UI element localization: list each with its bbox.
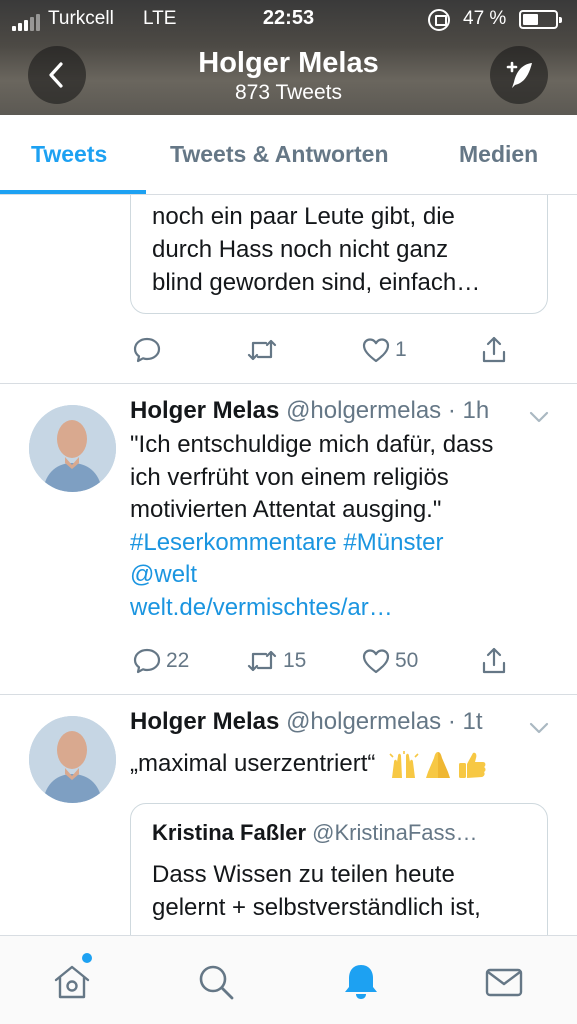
like-count: 50 bbox=[395, 649, 419, 672]
tweet-divider bbox=[0, 694, 577, 695]
retweet-count: 15 bbox=[283, 649, 307, 672]
reply-icon bbox=[133, 337, 161, 363]
battery-icon bbox=[519, 10, 562, 29]
home-icon bbox=[54, 965, 90, 999]
status-bar: Turkcell LTE 22:53 47 % bbox=[0, 0, 577, 38]
nav-messages[interactable] bbox=[482, 960, 526, 1004]
nav-home[interactable] bbox=[50, 960, 94, 1004]
active-tab-indicator bbox=[0, 190, 146, 194]
orientation-lock-icon bbox=[428, 9, 450, 31]
author-handle-time: @holgermelas · 1h bbox=[286, 397, 490, 424]
quoted-author-handle: @KristinaFass… bbox=[312, 820, 478, 845]
battery-percent: 47 % bbox=[463, 8, 507, 29]
search-icon bbox=[199, 965, 234, 1000]
quoted-tweet-text: Dass Wissen zu teilen heute gelernt + se… bbox=[152, 861, 481, 921]
reply-button[interactable] bbox=[132, 335, 166, 365]
mail-icon bbox=[485, 968, 523, 997]
share-button[interactable] bbox=[479, 646, 509, 676]
profile-header: Turkcell LTE 22:53 47 % Holger Melas 873… bbox=[0, 0, 577, 115]
author-name[interactable]: Holger Melas bbox=[130, 708, 279, 735]
like-button[interactable]: 1 bbox=[361, 335, 407, 365]
tweet-feed[interactable]: noch ein paar Leute gibt, die durch Hass… bbox=[0, 195, 577, 935]
author-handle-time: @holgermelas · 1t bbox=[286, 708, 483, 735]
nav-search[interactable] bbox=[194, 960, 238, 1004]
share-button[interactable] bbox=[479, 335, 509, 365]
share-icon bbox=[482, 647, 506, 674]
tweet-count: 873 Tweets bbox=[234, 81, 343, 104]
nav-notifications[interactable] bbox=[339, 960, 383, 1004]
retweet-icon bbox=[247, 339, 277, 361]
like-count: 1 bbox=[395, 338, 407, 361]
folded-hands-emoji bbox=[426, 751, 451, 778]
tweet-text: "Ich entschuldige mich dafür, dass ich v… bbox=[130, 429, 550, 624]
heart-icon bbox=[362, 649, 390, 674]
tweet-divider bbox=[0, 383, 577, 384]
raising-hands-emoji bbox=[389, 750, 419, 778]
like-button[interactable]: 50 bbox=[361, 646, 418, 676]
bell-icon bbox=[345, 965, 377, 999]
tab-media[interactable]: Medien bbox=[459, 141, 538, 168]
reply-icon bbox=[133, 648, 161, 674]
avatar-image bbox=[29, 405, 116, 492]
profile-tabs: Tweets Tweets & Antworten Medien bbox=[0, 115, 577, 195]
tab-tweets[interactable]: Tweets bbox=[31, 141, 107, 168]
share-icon bbox=[482, 336, 506, 363]
new-content-badge bbox=[82, 953, 92, 963]
mention-link[interactable]: @welt bbox=[130, 559, 550, 592]
quoted-author-name: Kristina Faßler bbox=[152, 820, 307, 845]
reply-button[interactable]: 22 bbox=[132, 646, 189, 676]
thumbs-up-emoji bbox=[459, 752, 486, 778]
quoted-tweet-text: noch ein paar Leute gibt, die durch Hass… bbox=[152, 203, 481, 296]
avatar[interactable] bbox=[29, 716, 116, 803]
tweet-header: Holger Melas @holgermelas · 1h bbox=[130, 397, 489, 425]
tweet-actions: 22 15 50 bbox=[0, 646, 577, 686]
bottom-tab-bar bbox=[0, 935, 577, 1024]
url-link[interactable]: welt.de/vermischtes/ar… bbox=[130, 592, 550, 625]
tab-tweets-and-replies[interactable]: Tweets & Antworten bbox=[170, 141, 389, 168]
avatar-image bbox=[29, 716, 116, 803]
emoji-group bbox=[388, 750, 488, 780]
avatar[interactable] bbox=[29, 405, 116, 492]
heart-icon bbox=[362, 338, 390, 363]
compose-feather-icon bbox=[506, 61, 532, 88]
author-name[interactable]: Holger Melas bbox=[130, 397, 279, 424]
retweet-icon bbox=[247, 650, 277, 672]
quoted-tweet-header: Kristina Faßler @KristinaFass… bbox=[152, 820, 478, 846]
tweet-header: Holger Melas @holgermelas · 1t bbox=[130, 708, 483, 736]
retweet-button[interactable] bbox=[245, 335, 283, 365]
compose-tweet-button[interactable] bbox=[490, 46, 548, 104]
hashtag-links[interactable]: #Leserkommentare #Münster bbox=[130, 527, 550, 560]
tweet-actions: 1 bbox=[0, 335, 577, 375]
reply-count: 22 bbox=[166, 649, 190, 672]
chevron-down-icon[interactable] bbox=[528, 410, 550, 424]
tweet-text: „maximal userzentriert“ bbox=[130, 748, 550, 781]
chevron-down-icon[interactable] bbox=[528, 721, 550, 735]
retweet-button[interactable]: 15 bbox=[245, 646, 306, 676]
